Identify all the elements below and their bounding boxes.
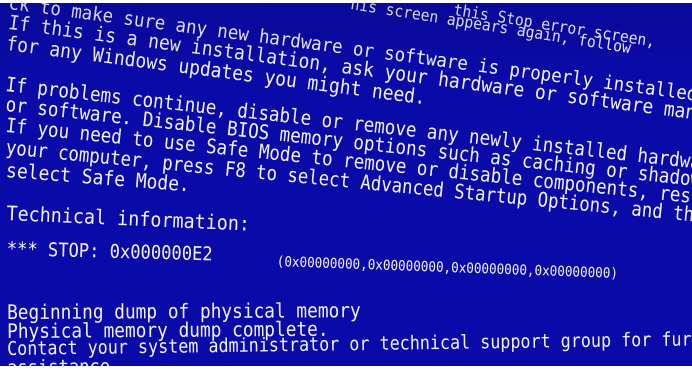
technical-information-heading: Technical information: <box>6 201 251 236</box>
photo-top-edge <box>0 0 692 3</box>
stop-parameters: (0x00000000,0x00000000,0x00000000,0x0000… <box>276 254 619 282</box>
stop-code: *** STOP: 0x000000E2 <box>6 238 213 266</box>
bsod-screen: ck to make sure any new hardware or soft… <box>0 0 692 369</box>
